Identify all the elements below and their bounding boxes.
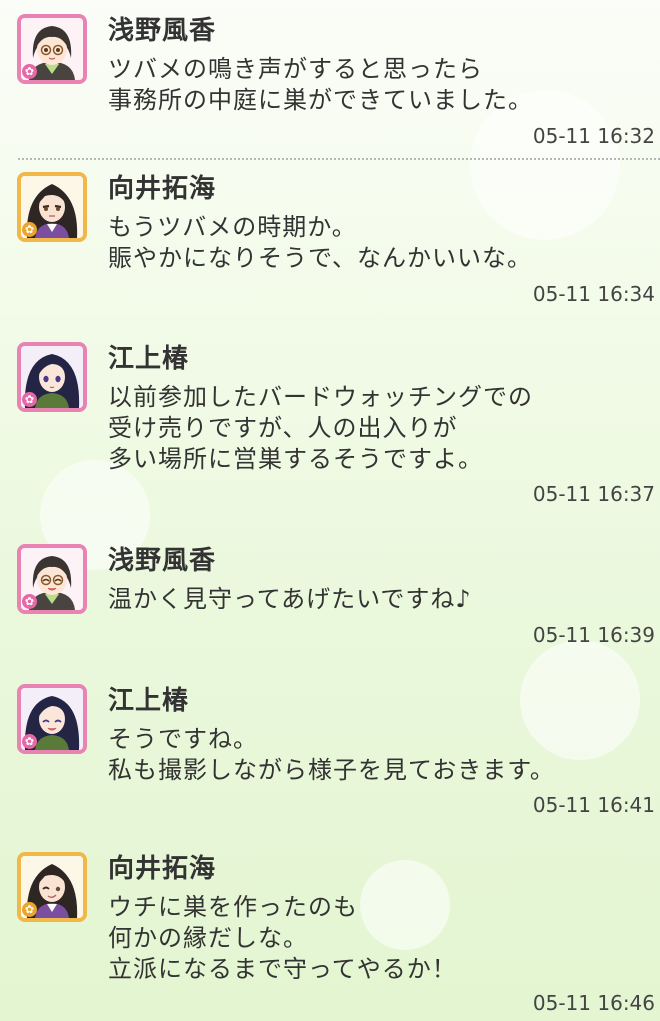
sender-name: 浅野風香 bbox=[108, 16, 217, 46]
sender-name: 向井拓海 bbox=[108, 174, 217, 204]
message-item: ✿ 浅野風香 ツバメの鳴き声がすると思ったら 事務所の中庭に巣ができていました。… bbox=[0, 0, 660, 160]
message-line: 立派になるまで守ってやるか！ bbox=[108, 955, 457, 983]
message-item: ✿ 浅野風香 温かく見守ってあげたいですね♪ 05-11 16:39 bbox=[0, 530, 660, 670]
message-text: ウチに巣を作ったのも 何かの縁だしな。 立派になるまで守ってやるか！ bbox=[108, 892, 457, 985]
message-text: 以前参加したバードウォッチングでの 受け売りですが、人の出入りが 多い場所に営巣… bbox=[108, 382, 533, 475]
message-text: もうツバメの時期か。 賑やかになりそうで、なんかいいな。 bbox=[108, 212, 532, 274]
flower-icon: ✿ bbox=[22, 222, 37, 237]
message-item: ✿ 江上椿 そうですね。 私も撮影しながら様子を見ておきます。 05-11 16… bbox=[0, 670, 660, 830]
timestamp: 05-11 16:34 bbox=[532, 282, 655, 306]
message-item: ✿ 向井拓海 もうツバメの時期か。 賑やかになりそうで、なんかいいな。 05-1… bbox=[0, 158, 660, 320]
message-line: ウチに巣を作ったのも bbox=[108, 893, 358, 921]
message-line: 多い場所に営巣するそうですよ。 bbox=[108, 445, 483, 473]
message-line: そうですね。 bbox=[108, 725, 258, 753]
message-text: そうですね。 私も撮影しながら様子を見ておきます。 bbox=[108, 724, 555, 786]
flower-icon: ✿ bbox=[22, 392, 37, 407]
sender-name: 浅野風香 bbox=[108, 546, 217, 576]
fuka-avatar-smiling[interactable]: ✿ bbox=[17, 544, 87, 614]
takumi-avatar-winking[interactable]: ✿ bbox=[17, 852, 87, 922]
message-line: 温かく見守ってあげたいですね♪ bbox=[108, 585, 472, 613]
message-text: ツバメの鳴き声がすると思ったら 事務所の中庭に巣ができていました。 bbox=[108, 54, 533, 116]
tsubaki-avatar[interactable]: ✿ bbox=[17, 342, 87, 412]
sender-name: 江上椿 bbox=[108, 344, 190, 374]
message-item: ✿ 江上椿 以前参加したバードウォッチングでの 受け売りですが、人の出入りが 多… bbox=[0, 328, 660, 528]
sender-name: 向井拓海 bbox=[108, 854, 217, 884]
sender-name: 江上椿 bbox=[108, 686, 190, 716]
timestamp: 05-11 16:37 bbox=[532, 482, 655, 506]
message-line: 事務所の中庭に巣ができていました。 bbox=[108, 86, 533, 114]
message-line: 私も撮影しながら様子を見ておきます。 bbox=[108, 756, 555, 784]
timestamp: 05-11 16:41 bbox=[532, 793, 655, 817]
message-line: 以前参加したバードウォッチングでの bbox=[108, 383, 533, 411]
timestamp: 05-11 16:39 bbox=[532, 623, 655, 647]
message-line: 賑やかになりそうで、なんかいいな。 bbox=[108, 244, 533, 272]
message-text: 温かく見守ってあげたいですね♪ bbox=[108, 584, 472, 615]
message-line: 受け売りですが、人の出入りが bbox=[108, 414, 458, 442]
tsubaki-avatar-smiling[interactable]: ✿ bbox=[17, 684, 87, 754]
message-line: もうツバメの時期か。 bbox=[108, 213, 357, 241]
timestamp: 05-11 16:32 bbox=[532, 124, 655, 148]
takumi-avatar[interactable]: ✿ bbox=[17, 172, 87, 242]
flower-icon: ✿ bbox=[22, 902, 37, 917]
flower-icon: ✿ bbox=[22, 734, 37, 749]
message-line: ツバメの鳴き声がすると思ったら bbox=[108, 55, 483, 83]
message-line: 何かの縁だしな。 bbox=[108, 924, 308, 952]
flower-icon: ✿ bbox=[22, 594, 37, 609]
timestamp: 05-11 16:46 bbox=[532, 991, 655, 1015]
fuka-avatar[interactable]: ✿ bbox=[17, 14, 87, 84]
message-item: ✿ 向井拓海 ウチに巣を作ったのも 何かの縁だしな。 立派になるまで守ってやるか… bbox=[0, 838, 660, 1021]
flower-icon: ✿ bbox=[22, 64, 37, 79]
